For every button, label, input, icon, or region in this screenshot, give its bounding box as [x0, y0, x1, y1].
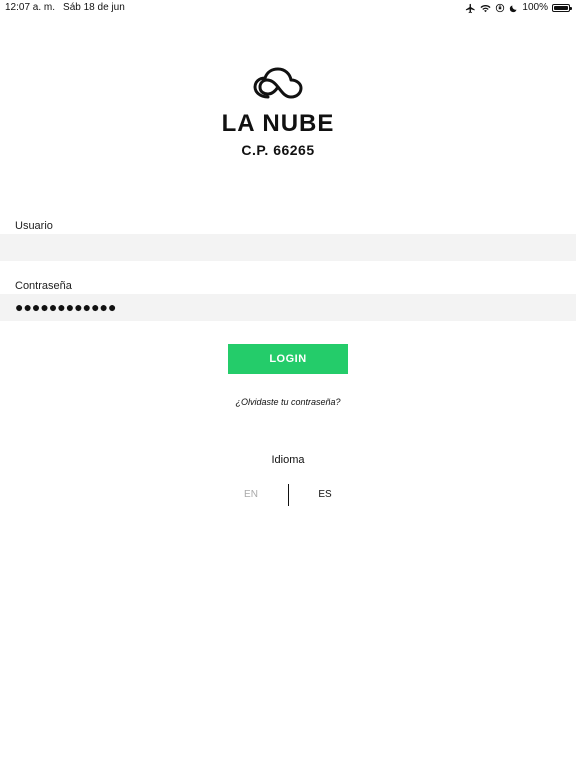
status-time: 12:07 a. m.: [5, 2, 56, 13]
username-label: Usuario: [15, 220, 53, 232]
status-right: 100%: [465, 0, 572, 16]
brand-name: LA NUBE: [221, 110, 335, 137]
language-option-en[interactable]: EN: [231, 489, 271, 500]
username-input[interactable]: [0, 234, 576, 261]
orientation-lock-icon: [495, 3, 505, 13]
brand-subtitle: C.P. 66265: [241, 142, 315, 158]
password-masked-value: ●●●●●●●●●●●●: [15, 299, 117, 315]
forgot-password-link[interactable]: ¿Olvidaste tu contraseña?: [0, 397, 576, 407]
password-input[interactable]: ●●●●●●●●●●●●: [0, 294, 576, 321]
battery-percentage: 100%: [522, 2, 548, 13]
language-divider: [288, 484, 289, 506]
language-option-es[interactable]: ES: [305, 489, 345, 500]
status-date: Sáb 18 de jun: [63, 2, 125, 13]
status-bar: 12:07 a. m. Sáb 18 de jun 100%: [0, 0, 576, 16]
password-label: Contraseña: [15, 280, 72, 292]
status-left: 12:07 a. m. Sáb 18 de jun: [5, 0, 125, 16]
airplane-icon: [465, 3, 476, 14]
cloud-icon: [252, 66, 304, 102]
wifi-icon: [480, 4, 491, 13]
battery-icon: [552, 4, 572, 12]
moon-icon: [509, 4, 518, 13]
login-button[interactable]: LOGIN: [228, 344, 348, 374]
language-label: Idioma: [271, 454, 305, 466]
